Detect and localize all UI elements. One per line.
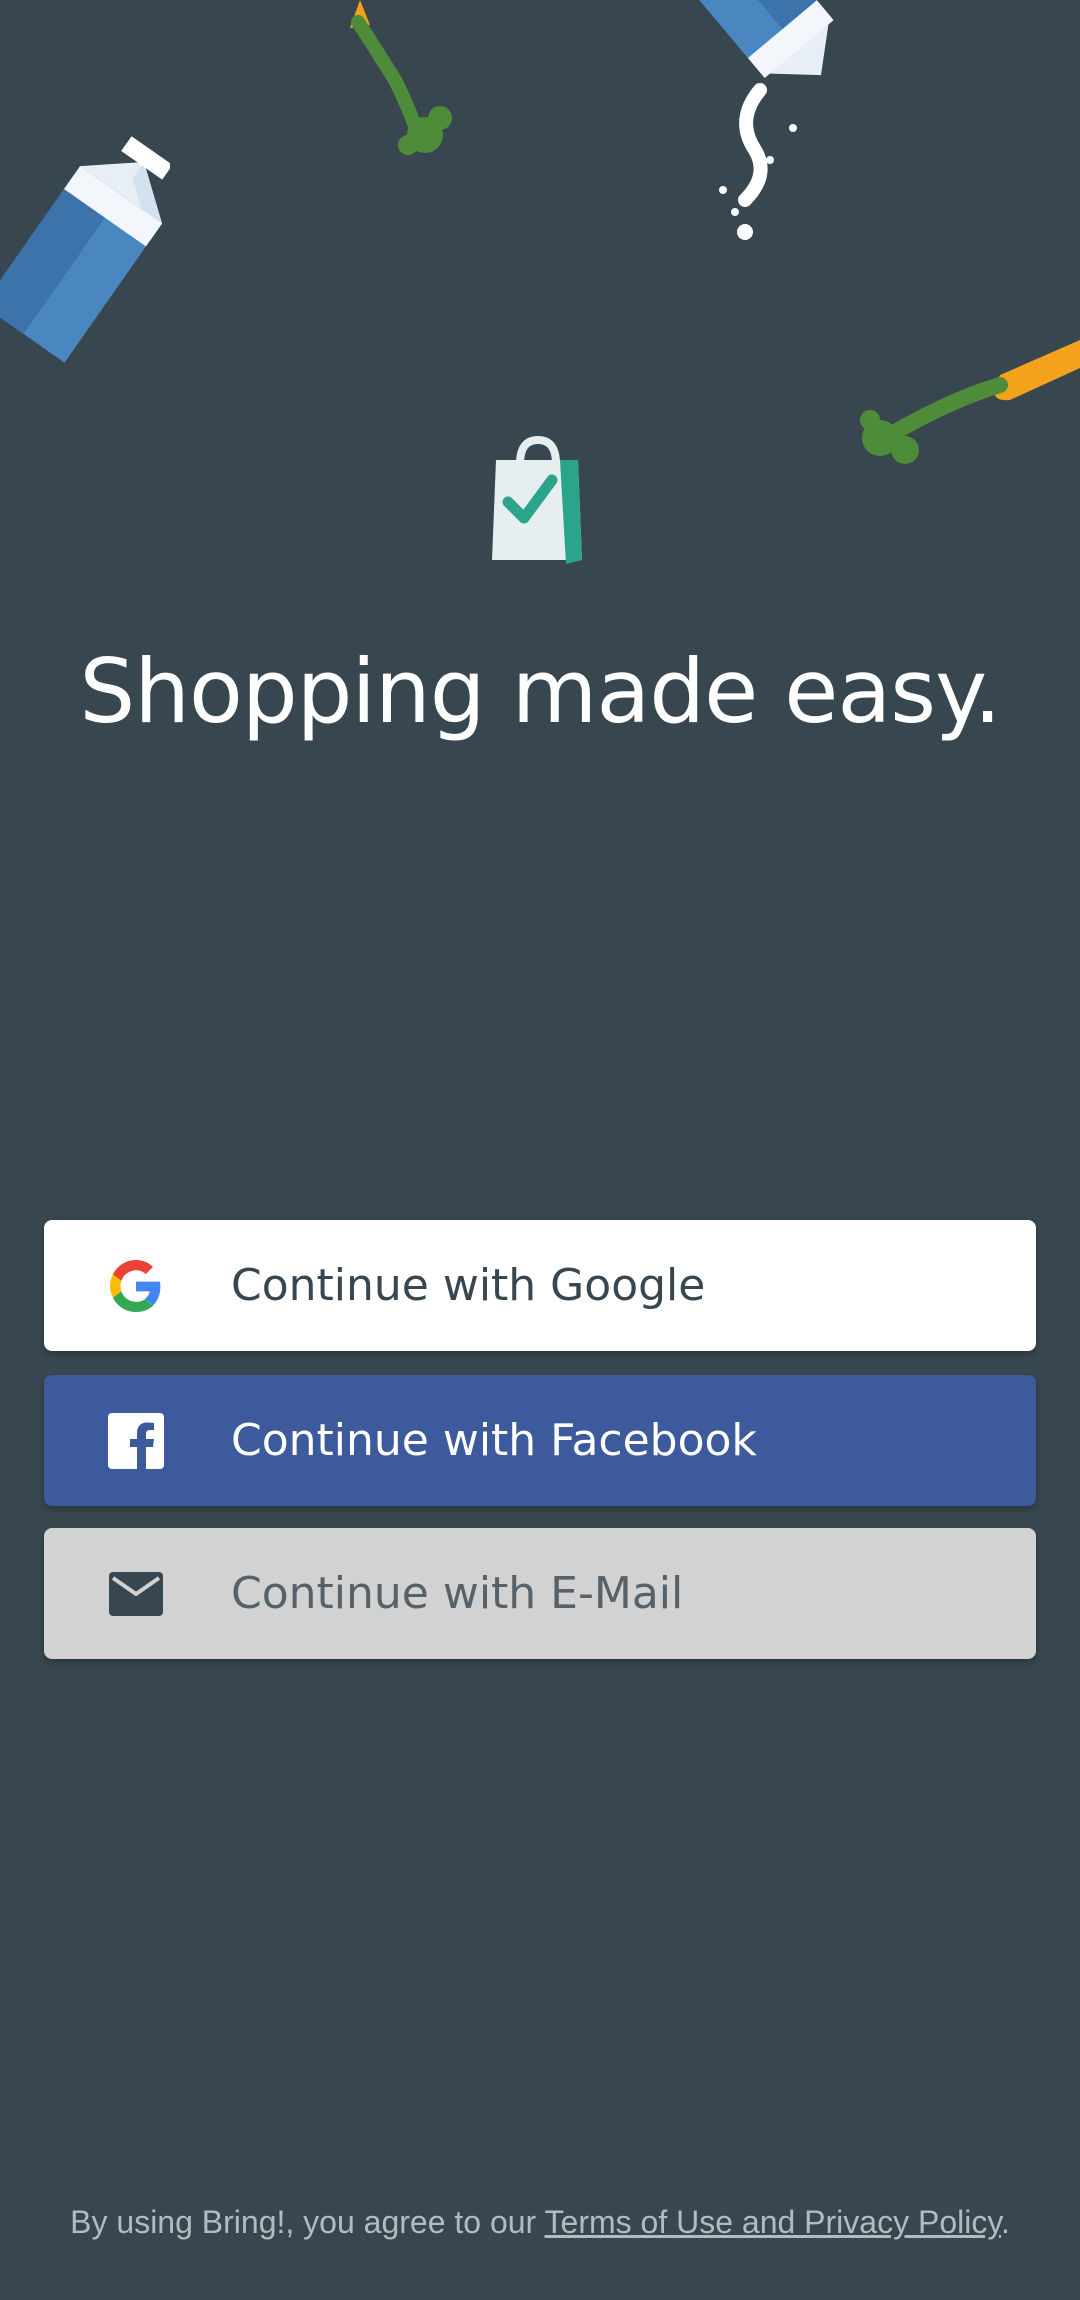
facebook-icon [108,1412,164,1469]
email-button-label: Continue with E-Mail [231,1568,684,1619]
legal-suffix: . [1000,2204,1010,2240]
legal-prefix: By using Bring!, you agree to our [70,2204,545,2240]
terms-privacy-link[interactable]: Terms of Use and Privacy Policy [545,2204,1001,2240]
continue-with-google-button[interactable]: Continue with Google [44,1220,1036,1351]
milk-carton-illustration [0,136,170,363]
legal-footer: By using Bring!, you agree to our Terms … [0,2204,1080,2241]
continue-with-email-button[interactable]: Continue with E-Mail [44,1528,1036,1659]
google-button-label: Continue with Google [231,1260,706,1311]
milk-carton-pouring-illustration [690,0,834,240]
carrot-illustration [350,0,452,155]
google-icon [110,1259,161,1312]
login-screen: Shopping made easy. Continue with Google… [0,0,1080,2300]
continue-with-facebook-button[interactable]: Continue with Facebook [44,1375,1036,1506]
headline: Shopping made easy. [79,640,1001,743]
facebook-icon-wrap [66,1375,206,1506]
carrot-right-illustration [860,340,1080,464]
mail-icon [109,1571,163,1616]
mail-icon-wrap [66,1528,206,1659]
bring-logo-icon [492,436,582,564]
google-icon-wrap [66,1220,206,1351]
facebook-button-label: Continue with Facebook [231,1415,757,1466]
